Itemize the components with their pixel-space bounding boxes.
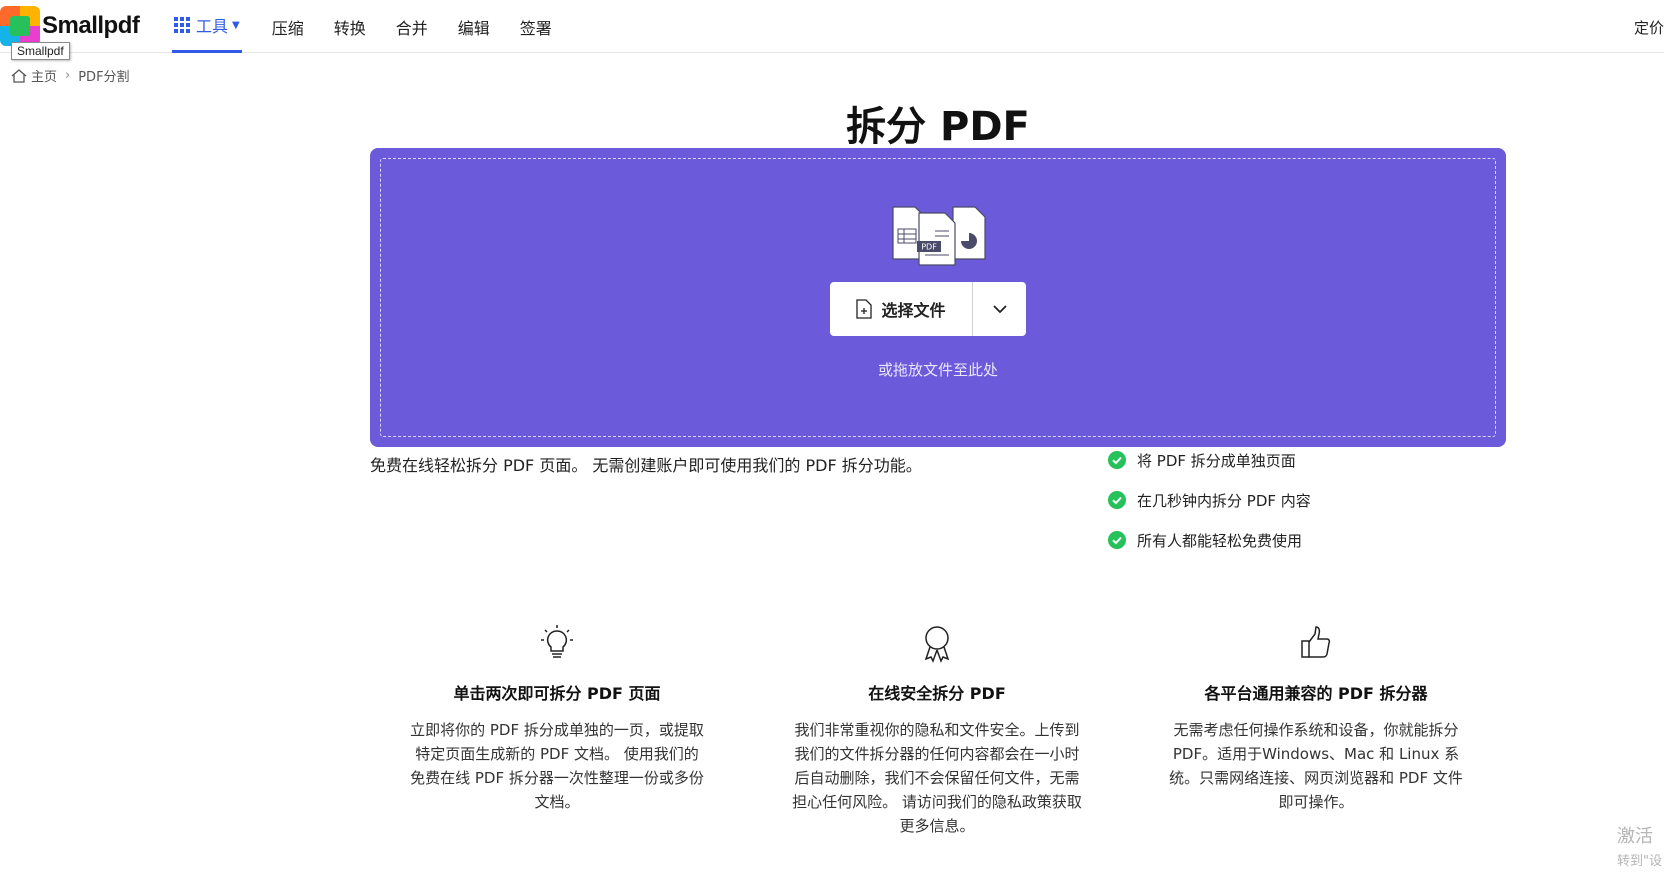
file-dropzone[interactable]: PDF 选择文件 或拖放文件至此处 [370, 148, 1506, 447]
grid-icon [174, 17, 190, 33]
column-text: 我们非常重视你的隐私和文件安全。上传到我们的文件拆分器的任何内容都会在一小时后自… [792, 721, 1082, 835]
check-circle-icon [1108, 491, 1126, 509]
caret-down-icon: ▼ [232, 19, 240, 31]
nav-sign[interactable]: 签署 [520, 15, 552, 39]
info-column-easy: 单击两次即可拆分 PDF 页面 立即将你的 PDF 拆分成单独的一页，或提取特定… [407, 623, 707, 814]
top-navigation-bar: Smallpdf 工具 ▼ 压缩 转换 合并 编辑 签署 定价 [0, 0, 1664, 53]
nav-tools-menu[interactable]: 工具 ▼ [172, 0, 242, 53]
info-column-compatible: 各平台通用兼容的 PDF 拆分器 无需考虑任何操作系统和设备，你就能拆分 PDF… [1166, 623, 1466, 814]
pdf-badge: PDF [921, 243, 937, 252]
nav-tools-label: 工具 [196, 17, 229, 36]
column-text: 无需考虑任何操作系统和设备，你就能拆分 PDF。适用于Windows、Mac 和… [1169, 721, 1463, 811]
tool-description: 免费在线轻松拆分 PDF 页面。 无需创建账户即可使用我们的 PDF 拆分功能。 [370, 456, 922, 475]
breadcrumb-home[interactable]: 主页 [31, 66, 57, 85]
logo-mark-icon [0, 6, 40, 46]
lightbulb-icon [541, 625, 573, 658]
nav-convert[interactable]: 转换 [334, 15, 366, 39]
feature-text: 在几秒钟内拆分 PDF 内容 [1137, 491, 1311, 510]
check-circle-icon [1108, 531, 1126, 549]
column-text: 立即将你的 PDF 拆分成单独的一页，或提取特定页面生成新的 PDF 文档。 使… [410, 721, 704, 811]
select-file-button[interactable]: 选择文件 [830, 282, 973, 336]
smallpdf-logo[interactable]: Smallpdf [0, 6, 140, 46]
logo-text: Smallpdf [42, 12, 140, 39]
nav-edit[interactable]: 编辑 [458, 15, 490, 39]
files-stack-icon [892, 206, 986, 266]
award-icon [924, 626, 950, 663]
check-circle-icon [1108, 451, 1126, 469]
breadcrumb-current: PDF分割 [78, 70, 130, 85]
home-icon [11, 68, 27, 83]
column-title: 在线安全拆分 PDF [868, 684, 1006, 703]
select-file-group: 选择文件 [830, 282, 1026, 336]
pdf-badge-text: PDF [921, 243, 937, 252]
feature-item: 所有人都能轻松免费使用 [1108, 530, 1311, 550]
logo-tooltip: Smallpdf [11, 42, 70, 60]
breadcrumb: 主页 › PDF分割 [11, 66, 130, 85]
breadcrumb-separator: › [65, 68, 71, 83]
chevron-down-icon [992, 304, 1007, 313]
activation-watermark-text: 转到"设 [1617, 854, 1662, 869]
file-add-icon [856, 299, 873, 319]
feature-item: 将 PDF 拆分成单独页面 [1108, 450, 1311, 470]
nav-merge[interactable]: 合并 [396, 15, 428, 39]
main-nav: 工具 ▼ 压缩 转换 合并 编辑 签署 [172, 0, 582, 53]
select-file-label: 选择文件 [881, 301, 946, 320]
column-title: 各平台通用兼容的 PDF 拆分器 [1204, 684, 1428, 703]
feature-text: 将 PDF 拆分成单独页面 [1137, 451, 1296, 470]
drop-hint: 或拖放文件至此处 [877, 361, 998, 379]
thumbs-up-icon [1301, 626, 1331, 658]
nav-compress[interactable]: 压缩 [272, 15, 304, 39]
feature-list: 将 PDF 拆分成单独页面 在几秒钟内拆分 PDF 内容 所有人都能轻松免费使用 [1108, 450, 1311, 570]
column-title: 单击两次即可拆分 PDF 页面 [453, 684, 661, 703]
page-title: 拆分 PDF [846, 104, 1030, 150]
activation-watermark-title: 激活 [1617, 826, 1653, 847]
info-column-secure: 在线安全拆分 PDF 我们非常重视你的隐私和文件安全。上传到我们的文件拆分器的任… [787, 623, 1087, 838]
select-source-dropdown[interactable] [973, 282, 1026, 336]
feature-item: 在几秒钟内拆分 PDF 内容 [1108, 490, 1311, 510]
nav-pricing[interactable]: 定价 [1634, 17, 1664, 38]
feature-text: 所有人都能轻松免费使用 [1137, 531, 1303, 550]
